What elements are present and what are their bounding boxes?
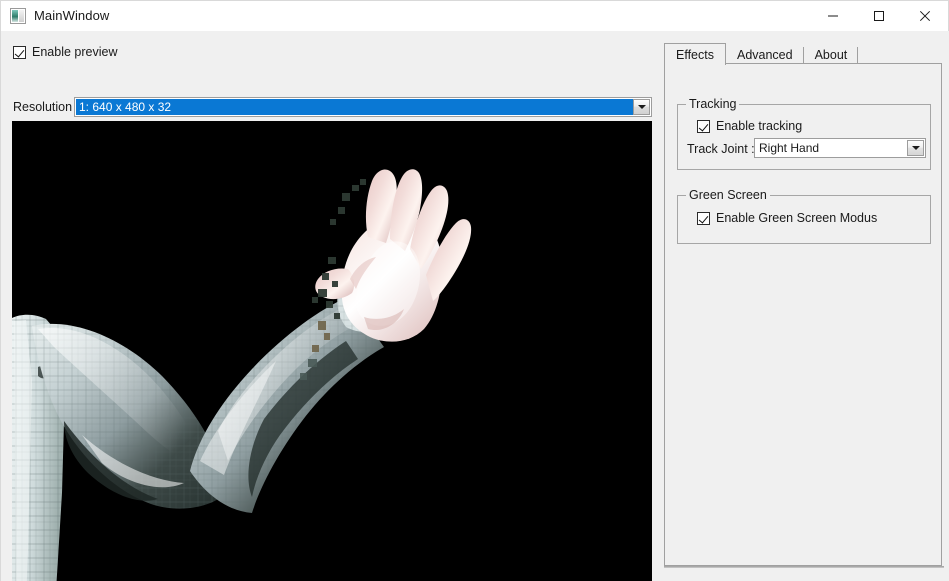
camera-preview[interactable]: [12, 121, 652, 581]
tab-strip: Effects Advanced About: [664, 42, 859, 65]
main-window: MainWindow Enable preview Resolution: 1…: [0, 0, 949, 581]
close-button[interactable]: [902, 1, 948, 31]
enable-greenscreen-checkbox[interactable]: [697, 211, 710, 225]
minimize-button[interactable]: [810, 1, 856, 31]
enable-greenscreen-label: Enable Green Screen Modus: [716, 211, 878, 225]
enable-tracking-checkbox[interactable]: [697, 119, 710, 133]
tracking-groupbox: Tracking Enable tracking Track Joint : R…: [677, 97, 931, 170]
minimize-icon: [827, 10, 839, 22]
camera-preview-image: [12, 121, 652, 581]
title-bar[interactable]: MainWindow: [1, 1, 948, 31]
enable-greenscreen-checkbox-row[interactable]: Enable Green Screen Modus: [697, 211, 877, 225]
tab-advanced[interactable]: Advanced: [726, 45, 804, 64]
maximize-icon: [873, 10, 885, 22]
enable-preview-label: Enable preview: [32, 45, 118, 59]
tab-about[interactable]: About: [804, 45, 859, 64]
track-joint-dropdown-button[interactable]: [907, 140, 924, 156]
window-controls: [810, 1, 948, 31]
resolution-combobox[interactable]: 1: 640 x 480 x 32: [74, 97, 652, 117]
resolution-value: 1: 640 x 480 x 32: [76, 99, 633, 115]
greenscreen-groupbox: Green Screen Enable Green Screen Modus: [677, 188, 931, 244]
track-joint-value: Right Hand: [759, 141, 820, 155]
chevron-down-icon: [911, 146, 920, 150]
greenscreen-group-title: Green Screen: [686, 188, 770, 202]
track-joint-combobox[interactable]: Right Hand: [754, 138, 926, 158]
tab-page-effects: Tracking Enable tracking Track Joint : R…: [664, 63, 942, 566]
resolution-label: Resolution :: [13, 100, 80, 114]
close-icon: [919, 10, 931, 22]
right-panel: Effects Advanced About Tracking Enable t…: [657, 31, 949, 581]
tracking-group-title: Tracking: [686, 97, 740, 111]
maximize-button[interactable]: [856, 1, 902, 31]
enable-preview-checkbox[interactable]: [13, 45, 26, 59]
enable-tracking-label: Enable tracking: [716, 119, 803, 133]
enable-tracking-checkbox-row[interactable]: Enable tracking: [697, 119, 802, 133]
app-window-icon: [10, 8, 26, 24]
tab-effects[interactable]: Effects: [664, 43, 726, 65]
resolution-dropdown-button[interactable]: [633, 99, 650, 115]
left-panel: Enable preview Resolution : 1: 640 x 480…: [1, 31, 656, 581]
panel-bottom-divider: [664, 566, 944, 568]
track-joint-label: Track Joint :: [687, 142, 755, 156]
enable-preview-checkbox-row[interactable]: Enable preview: [13, 45, 117, 59]
window-title: MainWindow: [34, 8, 110, 23]
chevron-down-icon: [637, 105, 646, 109]
